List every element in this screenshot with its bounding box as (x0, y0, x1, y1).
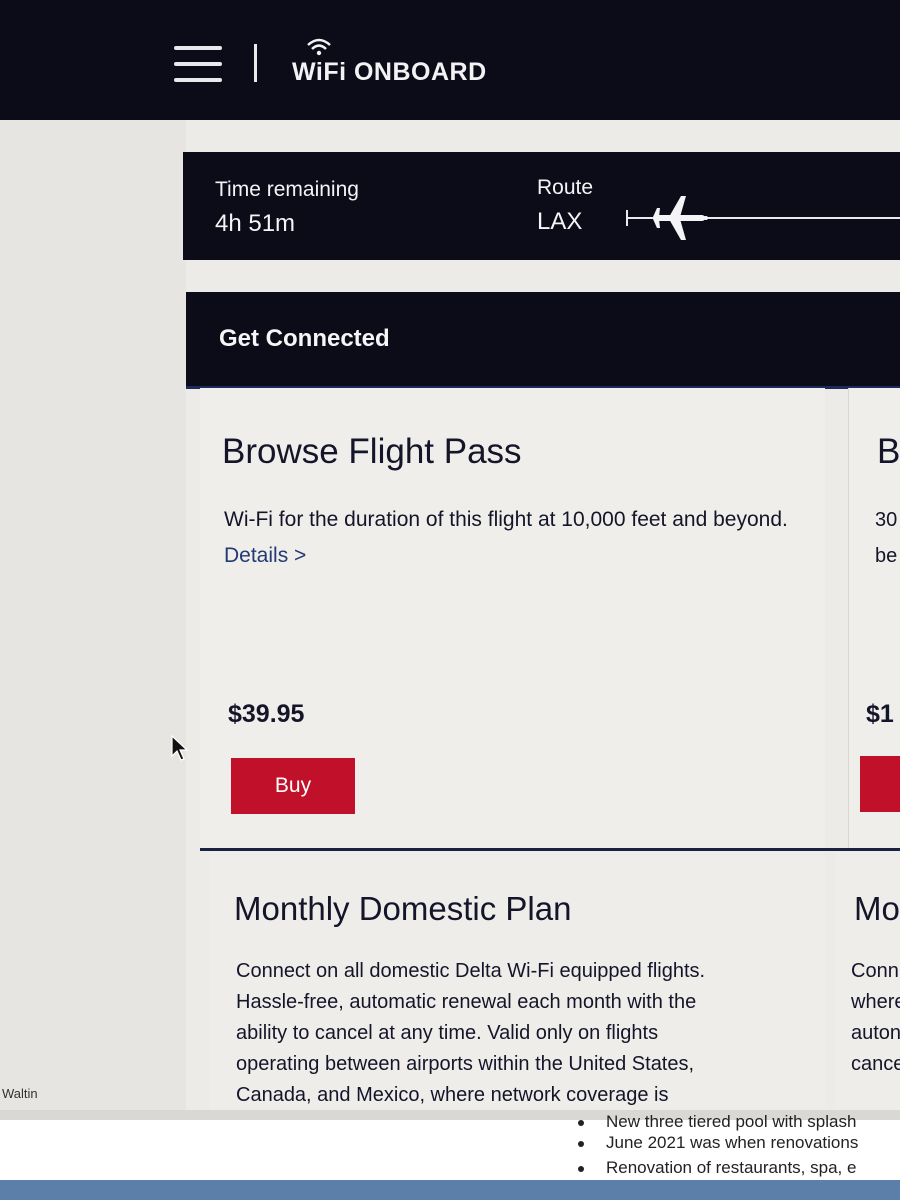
buy-button-partial[interactable] (860, 756, 900, 812)
mouse-cursor-icon (171, 734, 189, 761)
monthly-desc-line: operating between airports within the Un… (236, 1053, 695, 1075)
doc-bullet: June 2021 was when renovations (578, 1133, 858, 1153)
monthly-desc-partial: auton (851, 1022, 900, 1044)
dock-strip (0, 1180, 900, 1200)
left-gutter (0, 120, 186, 1110)
buy-button[interactable]: Buy (231, 758, 355, 814)
plan-description-text: Wi-Fi for the duration of this flight at… (224, 508, 788, 531)
doc-bullet: Renovation of restaurants, spa, e (578, 1158, 856, 1178)
bullet-dot-icon (578, 1165, 584, 1172)
plan-title: Browse Flight Pass (222, 432, 522, 471)
plan-card-second: B 30 be $1 (848, 388, 900, 848)
time-remaining-value: 4h 51m (215, 210, 296, 237)
time-remaining-label: Time remaining (215, 178, 359, 201)
bullet-dot-icon (578, 1140, 584, 1147)
plan-desc-partial-2: be (875, 545, 898, 567)
doc-bullet: New three tiered pool with splash (578, 1112, 856, 1132)
plan-desc-partial-1: 30 (875, 509, 898, 531)
monthly-title-partial: Mo (854, 890, 900, 927)
plan-price-partial: $1 (866, 700, 894, 728)
plan-title-partial: B (877, 432, 900, 471)
plan-card-monthly-domestic: Monthly Domestic Plan Connect on all dom… (210, 852, 825, 1112)
plan-price: $39.95 (228, 700, 305, 728)
monthly-desc-line: ability to cancel at any time. Valid onl… (236, 1022, 659, 1044)
doc-bullet-text: June 2021 was when renovations (606, 1133, 859, 1152)
brand-text: WiFi ONBOARD (292, 58, 487, 86)
header-divider (254, 44, 257, 82)
flight-info-bar: Time remaining 4h 51m Route LAX (183, 152, 900, 260)
wifi-icon (307, 38, 331, 56)
plan-card-browse: Browse Flight Pass Wi-Fi for the duratio… (200, 388, 825, 848)
monthly-desc-partial: where (851, 991, 900, 1013)
plan-description: Wi-Fi for the duration of this flight at… (224, 502, 804, 574)
route-origin: LAX (537, 208, 583, 235)
hamburger-menu-icon[interactable] (174, 44, 224, 84)
doc-bullet-text: Renovation of restaurants, spa, e (606, 1158, 857, 1177)
monthly-desc-line: Connect on all domestic Delta Wi-Fi equi… (236, 960, 706, 982)
top-header: WiFi ONBOARD (0, 0, 900, 120)
section-title: Get Connected (219, 325, 390, 352)
route-label: Route (537, 176, 594, 199)
monthly-desc-line: Canada, and Mexico, where network covera… (236, 1084, 669, 1106)
monthly-plan-title: Monthly Domestic Plan (234, 890, 572, 927)
monthly-desc-partial: Conn (851, 960, 899, 982)
doc-bullet-text: New three tiered pool with splash (606, 1112, 857, 1131)
airplane-icon (651, 196, 708, 240)
plan-card-monthly-second: Mo Conn where auton cance (835, 852, 900, 1112)
get-connected-header: Get Connected (186, 292, 900, 389)
monthly-desc-partial: cance (851, 1053, 900, 1075)
monthly-desc-line: Hassle-free, automatic renewal each mont… (236, 991, 697, 1013)
details-link[interactable]: Details > (224, 544, 306, 567)
section-separator (200, 848, 900, 851)
bullet-dot-icon (578, 1119, 584, 1126)
